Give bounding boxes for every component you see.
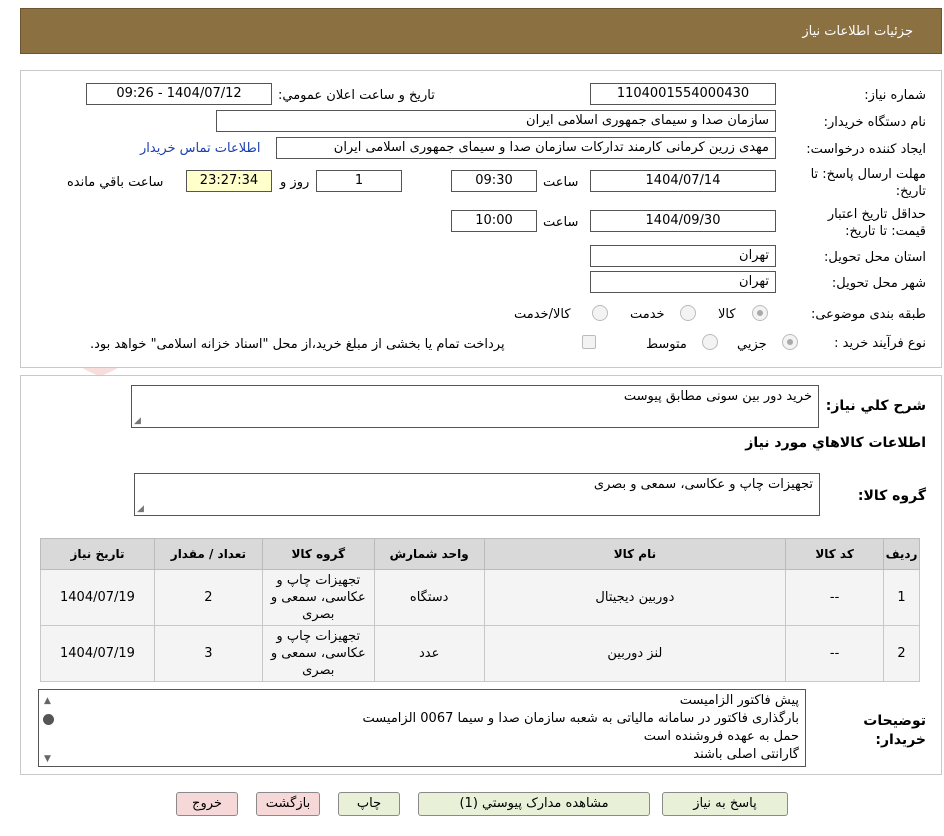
announce-label: تاریخ و ساعت اعلان عمومي:	[278, 88, 435, 103]
cell-item-name: دوربین دیجیتال	[483, 569, 787, 626]
deadline-time-field: 09:30	[451, 170, 537, 192]
col-unit: واحد شمارش	[373, 538, 485, 570]
need-number-label: شماره نیاز:	[864, 88, 926, 103]
deadline-date-field: 1404/07/14	[590, 170, 776, 192]
category-radio-service[interactable]	[680, 305, 696, 321]
exit-button[interactable]: خروج	[176, 792, 238, 816]
cell-quantity: 2	[153, 569, 263, 626]
page-title: جزئیات اطلاعات نیاز	[802, 24, 913, 39]
validity-label: حداقل تاريخ اعتبار قيمت: تا تاريخ:	[827, 207, 926, 239]
remaining-label: ساعت باقي مانده	[67, 175, 164, 190]
note-line: پیش فاکتور الزامیست	[679, 693, 799, 708]
validity-time-label: ساعت	[543, 215, 579, 230]
category-radio-both[interactable]	[592, 305, 608, 321]
category-option-service: خدمت	[630, 307, 665, 322]
validity-time-field: 10:00	[451, 210, 537, 232]
province-field: تهران	[590, 245, 776, 267]
payment-note: پرداخت تمام يا بخشی از مبلغ خريد،از محل …	[90, 337, 505, 352]
deadline-label: مهلت ارسال پاسخ: تا تاریخ:	[810, 167, 926, 199]
deadline-time-label: ساعت	[543, 175, 579, 190]
days-field: 1	[316, 170, 402, 192]
print-button[interactable]: چاپ	[338, 792, 400, 816]
process-option-medium: متوسط	[646, 337, 687, 352]
buyer-org-label: نام دستگاه خريدار:	[823, 115, 926, 130]
items-table: رديف كد كالا نام كالا واحد شمارش گروه كا…	[40, 538, 920, 682]
buyer-org-field: سازمان صدا و سیمای جمهوری اسلامی ایران	[216, 110, 776, 132]
resize-grip-icon[interactable]: ◢	[137, 504, 144, 514]
province-label: استان محل تحويل:	[824, 250, 926, 265]
scroll-thumb-icon[interactable]	[43, 714, 54, 725]
category-option-goods: کالا	[718, 307, 736, 322]
cell-item-group: تجهیزات چاپ و عکاسی، سمعی و بصری	[261, 625, 375, 682]
city-field: تهران	[590, 271, 776, 293]
category-label: طبقه بندی موضوعی:	[810, 307, 926, 322]
cell-unit: دستگاه	[373, 569, 485, 626]
note-line: بارگذاری فاکتور در سامانه مالیاتی به شعب…	[362, 711, 799, 726]
cell-item-group: تجهیزات چاپ و عکاسی، سمعی و بصری	[261, 569, 375, 626]
col-quantity: تعداد / مقدار	[153, 538, 263, 570]
buyer-notes-label: توضيحات خريدار:	[863, 713, 926, 748]
city-label: شهر محل تحويل:	[831, 276, 926, 291]
remaining-time-field: 23:27:34	[186, 170, 272, 192]
buyer-notes-textarea: پیش فاکتور الزامیست بارگذاری فاکتور در س…	[38, 689, 806, 767]
requester-label: ايجاد كننده درخواست:	[806, 142, 926, 157]
cell-item-name: لنز دوربین	[483, 625, 787, 682]
process-radio-medium[interactable]	[702, 334, 718, 350]
summary-text: خرید دور بین سونی مطابق پیوست	[623, 389, 812, 404]
summary-textarea: خرید دور بین سونی مطابق پیوست ◢	[131, 385, 819, 428]
announce-field: 1404/07/12 - 09:26	[86, 83, 272, 105]
category-option-both: کالا/خدمت	[514, 307, 571, 322]
reply-button[interactable]: پاسخ به نياز	[662, 792, 788, 816]
days-label: روز و	[280, 175, 310, 190]
cell-row-number: 1	[883, 569, 920, 626]
process-label: نوع فرآيند خريد :	[834, 336, 926, 351]
table-row: 2 -- لنز دوربین عدد تجهیزات چاپ و عکاسی،…	[40, 625, 920, 682]
requester-field: مهدی زرین کرمانی کارمند تدارکات سازمان ص…	[276, 137, 776, 159]
process-radio-minor[interactable]	[782, 334, 798, 350]
col-item-name: نام كالا	[483, 538, 787, 570]
notes-scrollbar[interactable]: ▲ ▼	[41, 692, 57, 764]
col-item-group: گروه كالا	[261, 538, 375, 570]
col-item-code: كد كالا	[785, 538, 885, 570]
goods-group-textarea: تجهیزات چاپ و عکاسی، سمعی و بصری ◢	[134, 473, 820, 516]
note-line: حمل به عهده فروشنده است	[643, 729, 799, 744]
goods-group-text: تجهیزات چاپ و عکاسی، سمعی و بصری	[593, 477, 813, 492]
cell-item-code: --	[785, 625, 885, 682]
col-need-date: تاريخ نياز	[40, 538, 155, 570]
cell-row-number: 2	[883, 625, 920, 682]
col-row-number: رديف	[883, 538, 920, 570]
back-button[interactable]: بازگشت	[256, 792, 320, 816]
cell-quantity: 3	[153, 625, 263, 682]
buyer-contact-link[interactable]: اطلاعات تماس خريدار	[140, 141, 260, 156]
category-radio-goods[interactable]	[752, 305, 768, 321]
cell-need-date: 1404/07/19	[40, 625, 155, 682]
note-line: گارانتی اصلی باشند	[693, 747, 799, 762]
process-option-minor: جزيي	[737, 337, 767, 352]
cell-item-code: --	[785, 569, 885, 626]
treasury-checkbox[interactable]	[582, 335, 596, 349]
validity-date-field: 1404/09/30	[590, 210, 776, 232]
need-number-field: 1104001554000430	[590, 83, 776, 105]
table-header-row: رديف كد كالا نام كالا واحد شمارش گروه كا…	[40, 538, 920, 570]
table-row: 1 -- دوربین دیجیتال دستگاه تجهیزات چاپ و…	[40, 569, 920, 626]
page-header: جزئیات اطلاعات نیاز	[20, 8, 942, 54]
scroll-up-icon[interactable]: ▲	[44, 692, 51, 710]
goods-info-title: اطلاعات كالاهاي مورد نياز	[745, 435, 926, 451]
scroll-down-icon[interactable]: ▼	[44, 750, 51, 766]
resize-grip-icon[interactable]: ◢	[134, 416, 141, 426]
cell-unit: عدد	[373, 625, 485, 682]
view-attachments-button[interactable]: مشاهده مدارک پيوستي (1)	[418, 792, 650, 816]
cell-need-date: 1404/07/19	[40, 569, 155, 626]
summary-label: شرح كلي نياز:	[825, 398, 926, 414]
goods-group-label: گروه كالا:	[857, 488, 926, 504]
